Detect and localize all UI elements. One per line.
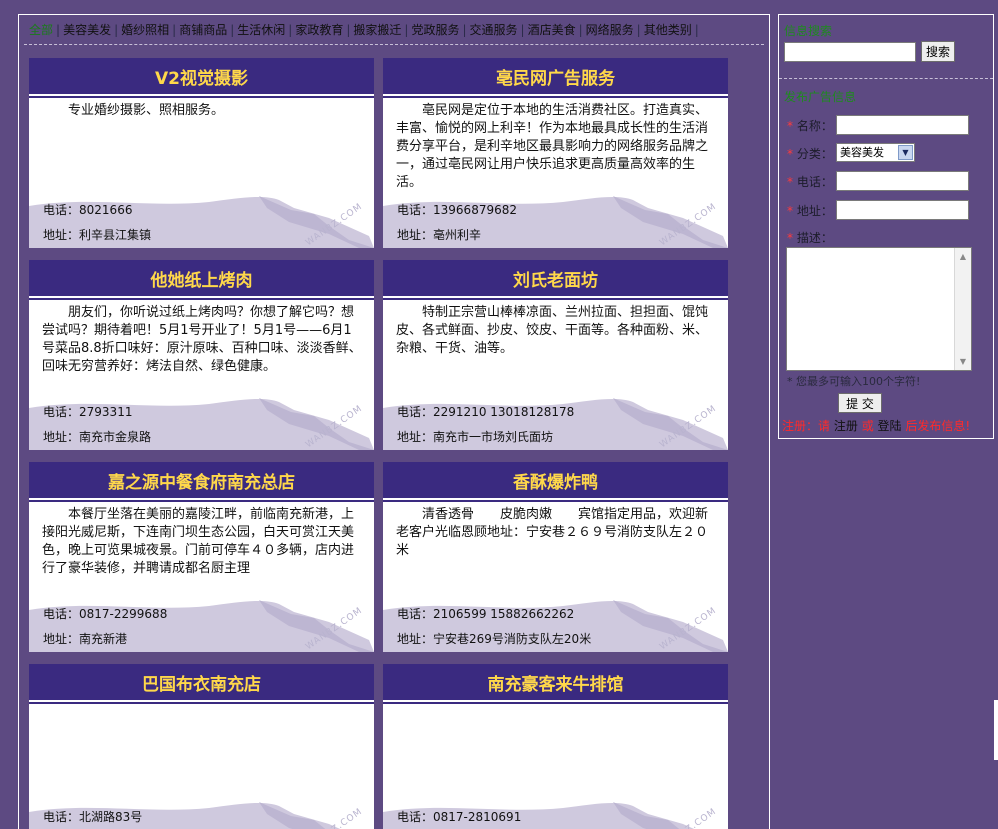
ad-card-phone: 电话：0817-2299688 bbox=[43, 607, 168, 621]
nav-item-all[interactable]: 全部 bbox=[26, 22, 56, 38]
phone-label: * 电话： bbox=[787, 175, 833, 189]
nav-item-wedding-photo[interactable]: 婚纱照相 bbox=[118, 22, 172, 38]
ad-card-title[interactable]: 南充豪客来牛排馆 bbox=[383, 664, 728, 702]
chevron-down-icon[interactable]: ▼ bbox=[898, 145, 913, 160]
ad-card-description: 清香透骨 皮脆肉嫩 宾馆指定用品，欢迎新老客户光临恩顾地址：宁安巷２６９号消防支… bbox=[396, 507, 709, 558]
nav-item-government[interactable]: 党政服务 bbox=[408, 22, 462, 38]
ad-card-address: 地址：亳州利辛 bbox=[397, 228, 482, 242]
ad-card[interactable]: 他她纸上烤肉 朋友们，你听说过纸上烤肉吗？你想了解它吗？想尝试吗？期待着吧！5月… bbox=[29, 260, 374, 450]
submit-button[interactable]: 提 交 bbox=[838, 393, 882, 413]
ad-card-phone: 电话：北湖路83号 bbox=[43, 810, 143, 824]
search-input[interactable] bbox=[784, 42, 916, 62]
post-ad-title: 发布广告信息 bbox=[784, 90, 857, 104]
login-link[interactable]: 登陆 bbox=[878, 419, 902, 433]
nav-item-moving[interactable]: 搬家搬迁 bbox=[350, 22, 404, 38]
nav-item-housekeeping[interactable]: 家政教育 bbox=[292, 22, 346, 38]
category-label: * 分类： bbox=[787, 147, 833, 161]
scroll-up-icon[interactable]: ▲ bbox=[955, 248, 971, 265]
nav-item-traffic[interactable]: 交通服务 bbox=[467, 22, 521, 38]
ad-card[interactable]: 南充豪客来牛排馆 电话：0817-2810691 WANBZ.COM bbox=[383, 664, 728, 829]
ad-card-address: 地址：利辛县江集镇 bbox=[43, 228, 152, 242]
register-link[interactable]: 注册 bbox=[834, 419, 858, 433]
char-limit-hint: * 您最多可输入100个字符! bbox=[787, 375, 921, 388]
ad-card-phone: 电话：13966879682 bbox=[397, 203, 517, 217]
ad-card-description: 特制正宗营山棒棒凉面、兰州拉面、担担面、馄饨皮、各式鲜面、抄皮、饺皮、干面等。各… bbox=[396, 305, 709, 356]
ad-card-phone: 电话：2291210 13018128178 bbox=[397, 405, 575, 419]
category-nav: 全部 | 美容美发 | 婚纱照相 | 商铺商品 | 生活休闲 | 家政教育 | 搬家搬迁 | … bbox=[26, 21, 746, 39]
ad-card-address: 地址：南充市一市场刘氏面坊 bbox=[397, 430, 554, 444]
ad-card-title[interactable]: 巴国布衣南充店 bbox=[29, 664, 374, 702]
ad-card[interactable]: 刘氏老面坊 特制正宗营山棒棒凉面、兰州拉面、担担面、馄饨皮、各式鲜面、抄皮、饺皮… bbox=[383, 260, 728, 450]
address-label: * 地址： bbox=[787, 204, 833, 218]
textarea-scrollbar[interactable]: ▲ ▼ bbox=[954, 248, 971, 370]
ad-card-title[interactable]: 香酥爆炸鸭 bbox=[383, 462, 728, 500]
ad-card-phone: 电话：2793311 bbox=[43, 405, 133, 419]
ad-card-phone: 电话：2106599 15882662262 bbox=[397, 607, 575, 621]
description-label: * 描述： bbox=[787, 231, 833, 245]
ad-card-address: 地址：南充市金泉路 bbox=[43, 430, 152, 444]
name-field[interactable] bbox=[836, 115, 969, 135]
nav-divider bbox=[24, 44, 764, 45]
ad-card-description: 亳民网是定位于本地的生活消费社区。打造真实、丰富、愉悦的网上利辛！作为本地最具成… bbox=[396, 103, 709, 190]
ad-card[interactable]: 香酥爆炸鸭 清香透骨 皮脆肉嫩 宾馆指定用品，欢迎新老客户光临恩顾地址：宁安巷２… bbox=[383, 462, 728, 652]
ad-card-description: 专业婚纱摄影、照相服务。 bbox=[68, 103, 225, 118]
ad-card-title[interactable]: 亳民网广告服务 bbox=[383, 58, 728, 96]
name-label: * 名称： bbox=[787, 119, 833, 133]
sidebar-divider bbox=[779, 78, 993, 79]
ad-card[interactable]: 亳民网广告服务 亳民网是定位于本地的生活消费社区。打造真实、丰富、愉悦的网上利辛… bbox=[383, 58, 728, 248]
nav-item-leisure[interactable]: 生活休闲 bbox=[234, 22, 288, 38]
sidebar-panel: 信息搜索 搜索 发布广告信息 * 名称： * 分类： 美容美发 ▼ * 电话： … bbox=[778, 14, 994, 439]
ad-card-phone: 电话：0817-2810691 bbox=[397, 810, 522, 824]
nav-item-other[interactable]: 其他类别 bbox=[641, 22, 695, 38]
page-scrollbar-edge[interactable] bbox=[994, 700, 998, 760]
nav-item-shops[interactable]: 商铺商品 bbox=[176, 22, 230, 38]
auth-notice: 注册：请 注册 或 登陆 后发布信息! bbox=[782, 419, 971, 433]
nav-separator: | bbox=[694, 23, 699, 37]
description-textarea[interactable]: ▲ ▼ bbox=[786, 247, 972, 371]
scroll-down-icon[interactable]: ▼ bbox=[955, 353, 971, 370]
ad-card-address: 地址：宁安巷269号消防支队左20米 bbox=[397, 632, 592, 646]
ad-card-description: 本餐厅坐落在美丽的嘉陵江畔，前临南充新港，上接阳光威尼斯，下连南门坝生态公园，白… bbox=[42, 507, 355, 576]
search-button[interactable]: 搜索 bbox=[921, 41, 955, 62]
ad-card-title[interactable]: 嘉之源中餐食府南充总店 bbox=[29, 462, 374, 500]
ad-card-title[interactable]: 刘氏老面坊 bbox=[383, 260, 728, 298]
nav-item-beauty[interactable]: 美容美发 bbox=[60, 22, 114, 38]
ad-card-description: 朋友们，你听说过纸上烤肉吗？你想了解它吗？想尝试吗？期待着吧！5月1号开业了！5… bbox=[42, 305, 362, 374]
ad-card-title[interactable]: V2视觉摄影 bbox=[29, 58, 374, 96]
ad-card-title[interactable]: 他她纸上烤肉 bbox=[29, 260, 374, 298]
category-select[interactable]: 美容美发 ▼ bbox=[836, 143, 915, 162]
ad-card[interactable]: 嘉之源中餐食府南充总店 本餐厅坐落在美丽的嘉陵江畔，前临南充新港，上接阳光威尼斯… bbox=[29, 462, 374, 652]
nav-item-hotel-food[interactable]: 酒店美食 bbox=[525, 22, 579, 38]
search-title: 信息搜索 bbox=[784, 24, 833, 38]
ad-card-phone: 电话：8021666 bbox=[43, 203, 133, 217]
nav-item-network[interactable]: 网络服务 bbox=[583, 22, 637, 38]
address-field[interactable] bbox=[836, 200, 969, 220]
ad-card[interactable]: V2视觉摄影 专业婚纱摄影、照相服务。 电话：8021666 地址：利辛县江集镇… bbox=[29, 58, 374, 248]
ad-card-address: 地址：南充新港 bbox=[43, 632, 128, 646]
phone-field[interactable] bbox=[836, 171, 969, 191]
ad-card[interactable]: 巴国布衣南充店 电话：北湖路83号 WANBZ.COM bbox=[29, 664, 374, 829]
